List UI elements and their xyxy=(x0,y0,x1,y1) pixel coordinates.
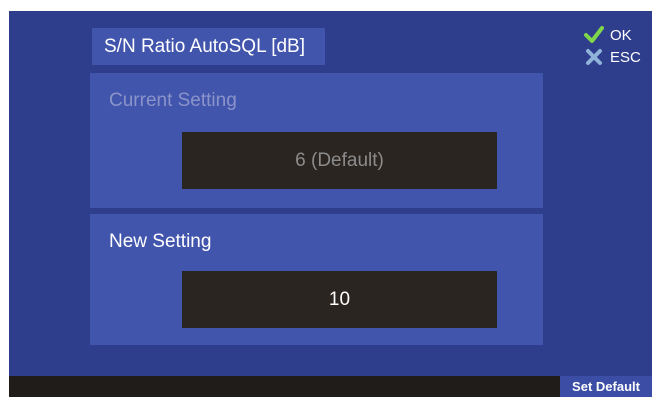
page-title: S/N Ratio AutoSQL [dB] xyxy=(92,28,325,65)
action-buttons: OK ESC xyxy=(584,24,641,68)
ok-button[interactable]: OK xyxy=(584,24,641,46)
x-icon xyxy=(584,47,604,67)
page-title-text: S/N Ratio AutoSQL [dB] xyxy=(104,35,306,57)
checkmark-icon xyxy=(584,25,604,45)
settings-screen: S/N Ratio AutoSQL [dB] Current Setting 6… xyxy=(9,11,652,397)
new-setting-value[interactable]: 10 xyxy=(182,271,497,328)
current-setting-panel: Current Setting 6 (Default) xyxy=(90,73,543,208)
ok-label: OK xyxy=(610,26,632,44)
set-default-label: Set Default xyxy=(572,379,640,394)
set-default-button[interactable]: Set Default xyxy=(560,376,652,397)
new-setting-label: New Setting xyxy=(109,231,212,252)
esc-button[interactable]: ESC xyxy=(584,46,641,68)
new-setting-panel[interactable]: New Setting 10 xyxy=(90,214,543,345)
current-setting-label: Current Setting xyxy=(109,90,237,111)
esc-label: ESC xyxy=(610,48,641,66)
bottom-bar: Set Default xyxy=(9,376,652,397)
current-setting-value: 6 (Default) xyxy=(182,132,497,189)
